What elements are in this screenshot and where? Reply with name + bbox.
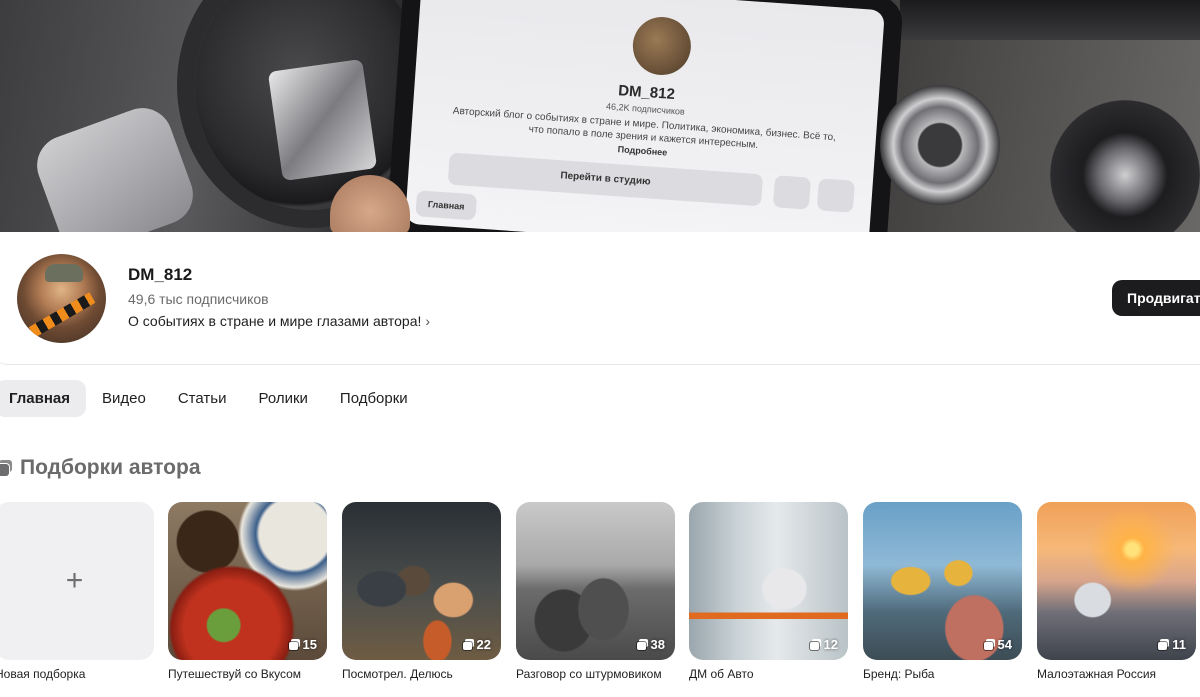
banner-tablet-edit-icon <box>772 175 812 210</box>
collection-thumbnail[interactable]: 11 <box>1037 502 1196 660</box>
collection-count-value: 22 <box>476 637 491 652</box>
collection-count-value: 12 <box>823 637 838 652</box>
collection-count-value: 54 <box>997 637 1012 652</box>
collection-count: 54 <box>983 637 1012 652</box>
collection-count: 22 <box>462 637 491 652</box>
section-header: Подборки автора <box>0 456 201 480</box>
banner-tablet-tab: Главная <box>415 190 478 221</box>
collection-thumbnail[interactable]: 38 <box>516 502 675 660</box>
collection-title: Бренд: Рыба <box>863 667 935 681</box>
collection-stack-icon <box>288 639 300 650</box>
collection-card[interactable]: 12 ДМ об Авто <box>689 502 848 681</box>
collection-count: 15 <box>288 637 317 652</box>
collection-count-value: 11 <box>1172 637 1186 652</box>
collection-thumbnail[interactable]: 12 <box>689 502 848 660</box>
collection-card[interactable]: 11 Малоэтажная Россия <box>1037 502 1196 681</box>
collection-title: ДМ об Авто <box>689 667 754 681</box>
avatar-cap <box>45 264 83 282</box>
collection-count: 38 <box>636 637 665 652</box>
collection-stack-icon <box>636 639 648 650</box>
banner-dashboard <box>900 0 1200 40</box>
collection-title: Новая подборка <box>0 667 86 681</box>
tab-videos[interactable]: Видео <box>88 380 162 417</box>
tab-articles[interactable]: Статьи <box>164 380 243 417</box>
banner-wheel-controls <box>28 99 202 232</box>
collection-title: Разговор со штурмовиком <box>516 667 662 681</box>
collection-count: 11 <box>1158 637 1186 652</box>
collection-card[interactable]: 38 Разговор со штурмовиком <box>516 502 675 681</box>
channel-description[interactable]: О событиях в стране и мире глазами автор… <box>128 313 430 329</box>
new-collection-card[interactable]: + Новая подборка <box>0 502 154 681</box>
banner-car-logo <box>267 58 378 182</box>
banner-tablet-avatar <box>630 15 693 77</box>
banner-tablet: DM_812 46,2K подписчиков Авторский блог … <box>386 0 904 232</box>
new-collection-thumb[interactable]: + <box>0 502 154 660</box>
collection-stack-icon <box>0 460 12 476</box>
channel-name[interactable]: DM_812 <box>128 265 192 285</box>
collection-card[interactable]: 22 Посмотрел. Делюсь <box>342 502 501 681</box>
avatar[interactable] <box>17 254 106 343</box>
collection-stack-icon <box>1158 639 1170 650</box>
tab-main[interactable]: Главная <box>0 380 87 417</box>
collection-thumbnail[interactable]: 54 <box>863 502 1022 660</box>
channel-description-text: О событиях в стране и мире глазами автор… <box>128 313 422 329</box>
channel-banner: DM_812 46,2K подписчиков Авторский блог … <box>0 0 1200 232</box>
promote-button[interactable]: Продвигать <box>1112 280 1200 316</box>
collection-count: 12 <box>809 637 838 652</box>
banner-tablet-share-icon <box>816 178 855 213</box>
collection-title: Путешествуй со Вкусом <box>168 667 302 681</box>
channel-tabs: Главная Видео Статьи Ролики Подборки <box>0 380 426 417</box>
chevron-right-icon: › <box>425 313 431 329</box>
subscriber-count: 49,6 тыс подписчиков <box>128 291 269 307</box>
collection-stack-icon <box>462 639 474 650</box>
avatar-ribbon <box>28 292 96 338</box>
collection-stack-icon <box>809 639 821 650</box>
collection-title: Посмотрел. Делюсь <box>342 667 453 681</box>
tab-collections[interactable]: Подборки <box>326 380 424 417</box>
collection-thumbnail[interactable]: 15 <box>168 502 327 660</box>
banner-gauge <box>1050 100 1200 232</box>
collection-count-value: 38 <box>650 637 665 652</box>
collections-row: + Новая подборка 15 Путешествуй со Вкусо… <box>0 502 1200 697</box>
section-title: Подборки автора <box>20 456 201 479</box>
banner-air-vent <box>880 85 1000 205</box>
collection-thumbnail[interactable]: 22 <box>342 502 501 660</box>
banner-tablet-screen: DM_812 46,2K подписчиков Авторский блог … <box>404 0 885 232</box>
collection-stack-icon <box>983 639 995 650</box>
collection-card[interactable]: 54 Бренд: Рыба <box>863 502 1022 681</box>
collection-title: Малоэтажная Россия <box>1037 667 1157 681</box>
plus-icon: + <box>65 564 84 597</box>
tab-shorts[interactable]: Ролики <box>244 380 323 417</box>
collection-count-value: 15 <box>302 637 317 652</box>
collection-card[interactable]: 15 Путешествуй со Вкусом <box>168 502 327 681</box>
